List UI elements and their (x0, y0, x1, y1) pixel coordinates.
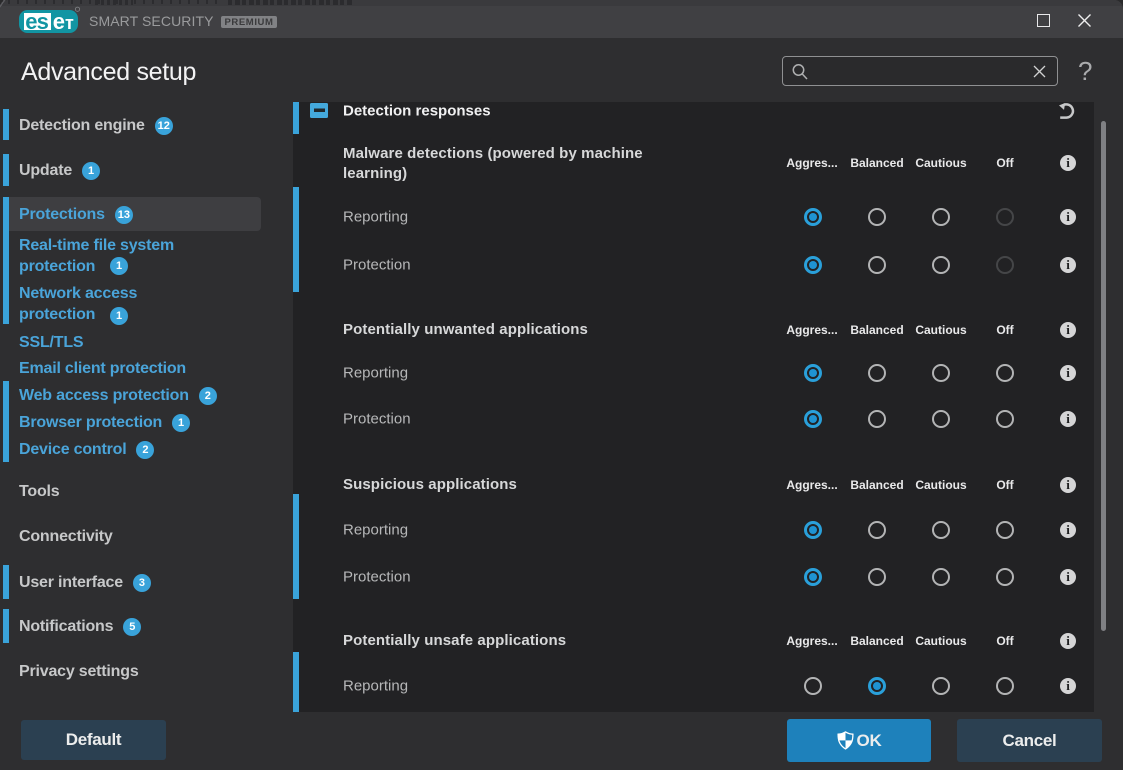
svg-text:es: es (25, 9, 48, 34)
svg-text:e: e (53, 9, 65, 34)
svg-text:т: т (65, 13, 74, 33)
